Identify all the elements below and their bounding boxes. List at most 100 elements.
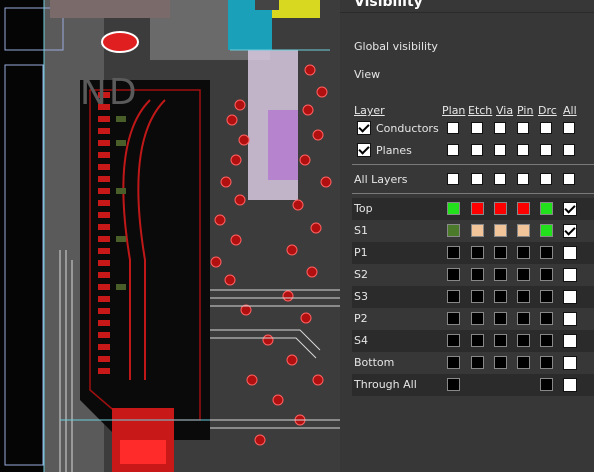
layer-etch-color-swatch[interactable] [471,334,484,347]
layer-pin-color-swatch[interactable] [517,224,530,237]
layer-plan-color-swatch[interactable] [447,312,460,325]
planes-all-checkbox[interactable] [563,144,575,156]
col-header-all: All [563,104,577,117]
layer-drc-color-swatch[interactable] [540,334,553,347]
col-header-via: Via [496,104,514,117]
layer-label: S4 [354,334,368,347]
layer-all-checkbox[interactable] [563,268,577,282]
layer-row: Through All [352,374,594,396]
layer-plan-color-swatch[interactable] [447,246,460,259]
title-divider [340,12,594,13]
layer-via-color-swatch[interactable] [494,290,507,303]
all-layers-via-checkbox[interactable] [494,173,506,185]
group-label: Conductors [376,122,439,135]
conductors-etch-checkbox[interactable] [471,122,483,134]
view-link[interactable]: View [354,68,380,81]
layer-plan-color-swatch[interactable] [447,290,460,303]
conductors-drc-checkbox[interactable] [540,122,552,134]
layer-row: Top [352,198,594,220]
layer-via-color-swatch[interactable] [494,356,507,369]
layer-etch-color-swatch[interactable] [471,290,484,303]
conductors-via-checkbox[interactable] [494,122,506,134]
layer-row: P2 [352,308,594,330]
divider [352,193,594,194]
layer-plan-color-swatch[interactable] [447,224,460,237]
layer-label: Top [354,202,373,215]
layer-pin-color-swatch[interactable] [517,356,530,369]
layer-pin-color-swatch[interactable] [517,312,530,325]
layer-label: S2 [354,268,368,281]
layer-all-checkbox[interactable] [563,356,577,370]
planes-plan-checkbox[interactable] [447,144,459,156]
layer-etch-color-swatch[interactable] [471,268,484,281]
planes-drc-checkbox[interactable] [540,144,552,156]
col-header-etch: Etch [468,104,493,117]
all-layers-etch-checkbox[interactable] [471,173,483,185]
all-layers-label: All Layers [354,173,408,186]
layer-all-checkbox[interactable] [563,224,577,238]
layer-via-color-swatch[interactable] [494,202,507,215]
conductors-all-checkbox[interactable] [563,122,575,134]
layer-all-checkbox[interactable] [563,246,577,260]
global-visibility-link[interactable]: Global visibility [354,40,438,53]
layer-pin-color-swatch[interactable] [517,246,530,259]
layer-etch-color-swatch[interactable] [471,202,484,215]
layer-all-checkbox[interactable] [563,202,577,216]
layer-drc-color-swatch[interactable] [540,356,553,369]
pcb-canvas[interactable]: GND [0,0,340,472]
layer-etch-color-swatch[interactable] [471,356,484,369]
col-header-plan: Plan [442,104,466,117]
layer-pin-color-swatch[interactable] [517,202,530,215]
all-layers-row: All Layers [352,169,594,191]
all-layers-drc-checkbox[interactable] [540,173,552,185]
layer-all-checkbox[interactable] [563,290,577,304]
layer-pin-color-swatch[interactable] [517,268,530,281]
layer-etch-color-swatch[interactable] [471,312,484,325]
layer-via-color-swatch[interactable] [494,268,507,281]
conductors-pin-checkbox[interactable] [517,122,529,134]
layer-pin-color-swatch[interactable] [517,334,530,347]
divider [352,164,594,165]
layer-plan-color-swatch[interactable] [447,378,460,391]
col-header-drc: Drc [538,104,557,117]
layer-all-checkbox[interactable] [563,378,577,392]
panel-title: Visibility [354,0,423,10]
layer-drc-color-swatch[interactable] [540,378,553,391]
layer-via-color-swatch[interactable] [494,312,507,325]
planes-etch-checkbox[interactable] [471,144,483,156]
layer-drc-color-swatch[interactable] [540,246,553,259]
layer-via-color-swatch[interactable] [494,334,507,347]
group-row-conductors: Conductors [352,118,594,140]
all-layers-plan-checkbox[interactable] [447,173,459,185]
layer-via-color-swatch[interactable] [494,224,507,237]
layer-all-checkbox[interactable] [563,312,577,326]
layer-label: Bottom [354,356,395,369]
layer-label: P1 [354,246,368,259]
all-layers-all-checkbox[interactable] [563,173,575,185]
layer-drc-color-swatch[interactable] [540,202,553,215]
conductors-checkbox[interactable] [357,121,371,135]
layer-pin-color-swatch[interactable] [517,290,530,303]
layer-label: S3 [354,290,368,303]
layer-drc-color-swatch[interactable] [540,224,553,237]
layer-etch-color-swatch[interactable] [471,246,484,259]
layer-label: P2 [354,312,368,325]
planes-pin-checkbox[interactable] [517,144,529,156]
layer-label: S1 [354,224,368,237]
planes-checkbox[interactable] [357,143,371,157]
layer-drc-color-swatch[interactable] [540,268,553,281]
layer-plan-color-swatch[interactable] [447,268,460,281]
group-row-planes: Planes [352,140,594,162]
layer-plan-color-swatch[interactable] [447,334,460,347]
layer-plan-color-swatch[interactable] [447,356,460,369]
layer-all-checkbox[interactable] [563,334,577,348]
layer-drc-color-swatch[interactable] [540,290,553,303]
conductors-plan-checkbox[interactable] [447,122,459,134]
layer-drc-color-swatch[interactable] [540,312,553,325]
layer-etch-color-swatch[interactable] [471,224,484,237]
layer-plan-color-swatch[interactable] [447,202,460,215]
layer-via-color-swatch[interactable] [494,246,507,259]
pcb-artwork [4,0,340,472]
planes-via-checkbox[interactable] [494,144,506,156]
all-layers-pin-checkbox[interactable] [517,173,529,185]
